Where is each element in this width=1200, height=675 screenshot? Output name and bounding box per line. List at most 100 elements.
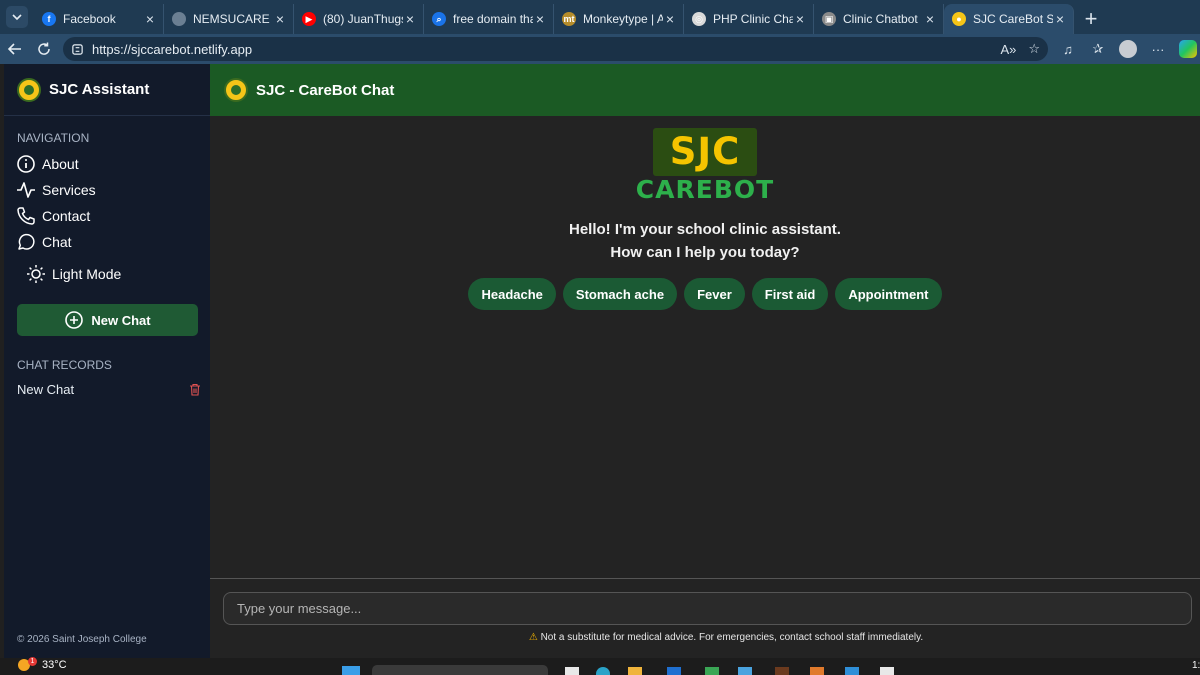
navigation-heading: NAVIGATION bbox=[17, 131, 90, 145]
new-chat-label: New Chat bbox=[91, 312, 151, 328]
chip-first-aid[interactable]: First aid bbox=[751, 278, 829, 310]
activity-icon bbox=[17, 182, 35, 198]
message-input[interactable] bbox=[223, 592, 1192, 625]
chip-appointment[interactable]: Appointment bbox=[835, 278, 942, 310]
sun-icon bbox=[27, 265, 45, 283]
tab-label: PHP Clinic Chatbot bbox=[713, 12, 793, 26]
browser-tab[interactable]: ▶ (80) JuanThugs × bbox=[294, 4, 424, 34]
taskbar-app-icon[interactable] bbox=[738, 667, 752, 675]
close-tab-icon[interactable]: × bbox=[403, 11, 417, 27]
chip-stomach-ache[interactable]: Stomach ache bbox=[562, 278, 678, 310]
browser-tab[interactable]: ◎ PHP Clinic Chatbot× bbox=[684, 4, 814, 34]
more-options-icon[interactable]: ··· bbox=[1146, 37, 1170, 61]
welcome-line-1: Hello! I'm your school clinic assistant. bbox=[569, 221, 841, 238]
url-text: https://sjccarebot.netlify.app bbox=[91, 41, 253, 57]
app-window: SJC Assistant NAVIGATION About Services … bbox=[4, 64, 1200, 658]
chip-headache[interactable]: Headache bbox=[468, 278, 556, 310]
taskbar-app-icon[interactable] bbox=[810, 667, 824, 675]
taskbar-app-icon[interactable] bbox=[880, 667, 894, 675]
trash-icon[interactable] bbox=[189, 383, 201, 396]
vscode-taskbar-icon[interactable] bbox=[845, 667, 859, 675]
medical-disclaimer: ⚠ Not a substitute for medical advice. F… bbox=[210, 632, 1200, 643]
weather-widget[interactable]: 1 33°C bbox=[18, 657, 67, 671]
warning-icon: ⚠ bbox=[528, 632, 538, 643]
sidebar-item-services[interactable]: Services bbox=[4, 177, 210, 203]
theme-toggle-label: Light Mode bbox=[52, 266, 122, 282]
browser-tab[interactable]: f Facebook × bbox=[34, 4, 164, 34]
tab-label: Clinic Chatbot bbox=[843, 12, 918, 26]
facebook-icon: f bbox=[42, 12, 56, 26]
close-tab-icon[interactable]: × bbox=[923, 11, 937, 27]
reload-icon bbox=[38, 42, 50, 55]
reload-button[interactable] bbox=[29, 34, 58, 64]
chat-records-heading: CHAT RECORDS bbox=[17, 358, 112, 372]
sidebar-item-chat[interactable]: Chat bbox=[4, 229, 210, 255]
chat-bubble-icon bbox=[18, 233, 35, 250]
tab-label: NEMSUCARE – Clinic bbox=[193, 12, 273, 26]
close-tab-icon[interactable]: × bbox=[143, 11, 157, 27]
tab-label: Monkeytype | A mi bbox=[583, 12, 663, 26]
notification-badge: 1 bbox=[28, 657, 37, 666]
profile-avatar[interactable] bbox=[1116, 37, 1140, 61]
sidebar-footer: © 2026 Saint Joseph College bbox=[17, 634, 147, 645]
favorites-icon[interactable]: ✰ bbox=[1086, 37, 1110, 61]
close-tab-icon[interactable]: × bbox=[273, 11, 287, 27]
sjc-logo-icon bbox=[17, 77, 41, 102]
read-aloud-icon[interactable]: A» bbox=[1000, 42, 1016, 57]
sidebar-item-about[interactable]: About bbox=[4, 151, 210, 177]
globe-icon bbox=[172, 12, 186, 26]
phone-icon bbox=[17, 207, 35, 225]
edge-taskbar-icon[interactable] bbox=[596, 667, 610, 675]
sjc-logo-icon bbox=[224, 78, 248, 102]
taskbar-app-icon[interactable] bbox=[775, 667, 789, 675]
monkeytype-icon: mt bbox=[562, 12, 576, 26]
tab-label: SJC CareBot School bbox=[973, 12, 1053, 26]
carebot-logo-mark: SJC bbox=[653, 128, 757, 176]
welcome-line-2: How can I help you today? bbox=[610, 244, 800, 261]
browser-tab[interactable]: mt Monkeytype | A mi× bbox=[554, 4, 684, 34]
disclaimer-text: Not a substitute for medical advice. For… bbox=[540, 632, 924, 643]
new-chat-button[interactable]: New Chat bbox=[17, 304, 198, 336]
welcome-message: Hello! I'm your school clinic assistant.… bbox=[210, 218, 1200, 264]
browser-tab[interactable]: ⌕ free domain that ca× bbox=[424, 4, 554, 34]
quick-reply-chips: Headache Stomach ache Fever First aid Ap… bbox=[210, 278, 1200, 310]
new-tab-button[interactable]: + bbox=[1074, 4, 1108, 34]
close-tab-icon[interactable]: × bbox=[1053, 11, 1067, 27]
browser-tab[interactable]: ▣ Clinic Chatbot × bbox=[814, 4, 944, 34]
close-tab-icon[interactable]: × bbox=[663, 11, 677, 27]
sidebar-item-contact[interactable]: Contact bbox=[4, 203, 210, 229]
browser-tab[interactable]: ● SJC CareBot School× bbox=[944, 4, 1074, 34]
chat-record-label: New Chat bbox=[17, 382, 75, 397]
chip-fever[interactable]: Fever bbox=[684, 278, 745, 310]
theme-toggle-button[interactable]: Light Mode bbox=[4, 261, 210, 287]
back-button[interactable] bbox=[0, 34, 29, 64]
page-icon: ▣ bbox=[822, 12, 836, 26]
windows-start-icon[interactable] bbox=[342, 666, 360, 675]
back-arrow-icon bbox=[7, 43, 21, 55]
youtube-icon: ▶ bbox=[302, 12, 316, 26]
close-tab-icon[interactable]: × bbox=[533, 11, 547, 27]
weather-sun-icon: 1 bbox=[18, 657, 37, 671]
copilot-icon[interactable] bbox=[1176, 37, 1200, 61]
close-tab-icon[interactable]: × bbox=[793, 11, 807, 27]
sidebar-item-label: Chat bbox=[42, 234, 72, 250]
tab-label: free domain that ca bbox=[453, 12, 533, 26]
favorite-star-icon[interactable]: ☆ bbox=[1028, 41, 1040, 57]
weather-temperature: 33°C bbox=[42, 659, 67, 671]
taskbar-app-icon[interactable] bbox=[667, 667, 681, 675]
sjc-logo-icon: ● bbox=[952, 12, 966, 26]
tab-actions-button[interactable] bbox=[0, 0, 34, 34]
taskbar-search[interactable] bbox=[372, 665, 548, 675]
page-title: SJC - CareBot Chat bbox=[256, 81, 395, 99]
file-explorer-icon[interactable] bbox=[628, 667, 642, 675]
chat-header: SJC - CareBot Chat bbox=[210, 64, 1200, 116]
url-field[interactable]: https://sjccarebot.netlify.app A» ☆ bbox=[62, 37, 1048, 61]
taskbar-app-icon[interactable] bbox=[705, 667, 719, 675]
tab-label: (80) JuanThugs bbox=[323, 12, 403, 26]
taskbar-app-icon[interactable] bbox=[565, 667, 579, 675]
chat-record-item[interactable]: New Chat bbox=[4, 382, 210, 397]
media-control-icon[interactable]: ♫ bbox=[1056, 37, 1080, 61]
sidebar-header: SJC Assistant bbox=[4, 64, 210, 116]
tab-label: Facebook bbox=[63, 12, 116, 26]
browser-tab[interactable]: NEMSUCARE – Clinic× bbox=[164, 4, 294, 34]
